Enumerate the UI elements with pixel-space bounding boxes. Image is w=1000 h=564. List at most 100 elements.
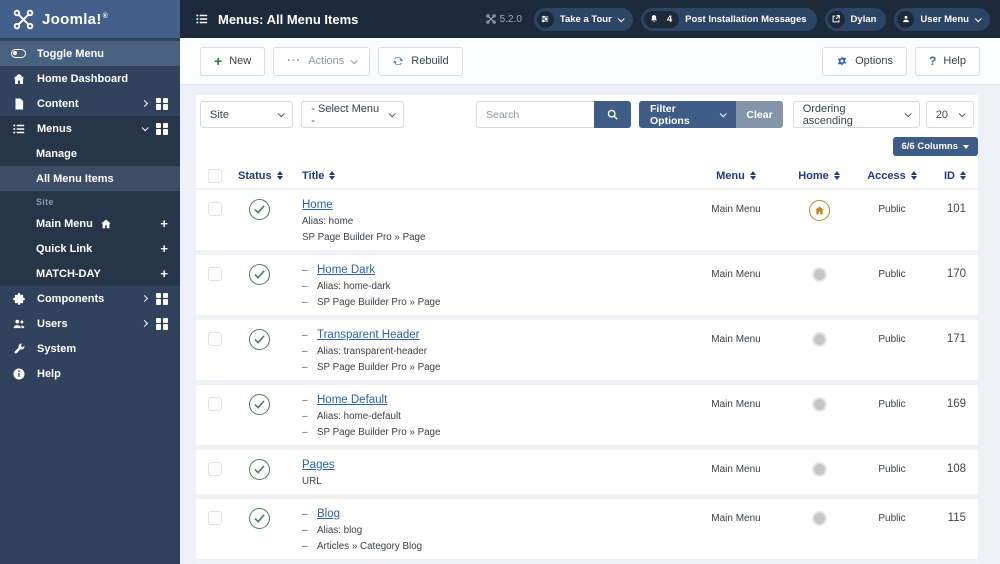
sidebar-item-components[interactable]: Components bbox=[0, 286, 180, 311]
row-title-cell: Pages URL bbox=[296, 459, 686, 487]
status-header-label: Status bbox=[238, 169, 272, 182]
row-status-cell bbox=[234, 508, 296, 552]
home-header-label: Home bbox=[798, 169, 829, 182]
home-unset-icon[interactable] bbox=[811, 511, 827, 526]
chevron-down-icon bbox=[904, 110, 912, 118]
item-detail-line: – SP Page Builder Pro » Page bbox=[302, 427, 686, 438]
sort-icon bbox=[833, 170, 840, 181]
home-set-icon[interactable] bbox=[808, 200, 830, 221]
row-checkbox[interactable] bbox=[208, 397, 222, 411]
options-button[interactable]: Options bbox=[822, 46, 908, 76]
rebuild-button[interactable]: Rebuild bbox=[378, 46, 463, 76]
grid-dashboard-icon[interactable] bbox=[156, 317, 168, 330]
status-published-icon[interactable] bbox=[249, 329, 270, 350]
nesting-dash: – bbox=[302, 508, 308, 520]
sidebar-item-users[interactable]: Users bbox=[0, 311, 180, 336]
item-detail-text: SP Page Builder Pro » Page bbox=[317, 427, 441, 438]
home-unset-icon[interactable] bbox=[811, 332, 827, 347]
row-checkbox[interactable] bbox=[208, 332, 222, 346]
row-checkbox[interactable] bbox=[208, 202, 222, 216]
new-button[interactable]: + New bbox=[200, 46, 266, 76]
sidebar-item-content[interactable]: Content bbox=[0, 91, 180, 116]
ordering-select[interactable]: Ordering ascending bbox=[792, 101, 920, 128]
sidebar-item-manage[interactable]: Manage bbox=[0, 141, 180, 166]
take-a-tour-button[interactable]: Take a Tour bbox=[533, 7, 633, 31]
id-header-label: ID bbox=[944, 169, 955, 182]
actions-button[interactable]: ··· Actions bbox=[273, 46, 371, 76]
help-button[interactable]: ? Help bbox=[915, 46, 980, 76]
filter-bar: Site - Select Menu - Filter Options Clea… bbox=[200, 101, 974, 128]
caret-down-icon bbox=[963, 144, 969, 149]
access-column-header[interactable]: Access bbox=[852, 170, 932, 182]
sidebar-item-label: Components bbox=[37, 292, 105, 305]
row-status-cell bbox=[234, 199, 296, 243]
sidebar-item-quick-link[interactable]: Quick Link + bbox=[0, 236, 180, 261]
limit-select[interactable]: 20 bbox=[925, 101, 974, 128]
row-checkbox[interactable] bbox=[208, 267, 222, 281]
menu-item-link[interactable]: Home bbox=[302, 199, 333, 211]
menu-column-header[interactable]: Menu bbox=[686, 170, 786, 182]
person-icon bbox=[897, 10, 915, 28]
chevron-down-icon bbox=[720, 110, 728, 118]
search-input[interactable] bbox=[476, 101, 594, 128]
home-unset-icon[interactable] bbox=[811, 267, 827, 282]
status-published-icon[interactable] bbox=[249, 394, 270, 415]
sidebar-item-match-day[interactable]: MATCH-DAY + bbox=[0, 261, 180, 286]
user-menu-button[interactable]: User Menu bbox=[894, 7, 990, 31]
select-all-checkbox[interactable] bbox=[208, 168, 222, 183]
item-detail-line: – Alias: blog bbox=[302, 525, 686, 536]
clear-button[interactable]: Clear bbox=[736, 101, 783, 128]
sidebar-item-toggle-menu[interactable]: Toggle Menu bbox=[0, 41, 180, 66]
title-column-header[interactable]: Title bbox=[296, 170, 686, 182]
sidebar-item-menus[interactable]: Menus bbox=[0, 116, 180, 141]
row-status-cell bbox=[234, 329, 296, 373]
menu-item-link[interactable]: Pages bbox=[302, 459, 335, 471]
nesting-dash: – bbox=[302, 362, 308, 373]
columns-label: 6/6 Columns bbox=[901, 141, 959, 152]
home-unset-icon[interactable] bbox=[811, 397, 827, 412]
menu-filter-select[interactable]: - Select Menu - bbox=[301, 101, 404, 128]
filter-options-button[interactable]: Filter Options bbox=[639, 101, 737, 128]
sidebar-item-help[interactable]: Help bbox=[0, 361, 180, 386]
post-installation-messages-button[interactable]: 4 Post Installation Messages bbox=[640, 7, 817, 31]
chevron-right-icon bbox=[140, 319, 149, 328]
sidebar-item-all-menu-items[interactable]: All Menu Items bbox=[0, 166, 180, 191]
plus-icon[interactable]: + bbox=[160, 216, 168, 231]
table-body: Home Alias: home SP Page Builder Pro » Pag… bbox=[196, 190, 978, 564]
status-published-icon[interactable] bbox=[249, 459, 270, 480]
row-title-cell: – Blog – Alias: blog – Articles » Category Bl… bbox=[296, 508, 686, 552]
table-row-home-dark: – Home Dark – Alias: home-dark – SP Page Buil… bbox=[196, 255, 978, 320]
plus-icon[interactable]: + bbox=[160, 241, 168, 256]
menu-item-link[interactable]: Transparent Header bbox=[317, 329, 420, 341]
sidebar-item-system[interactable]: System bbox=[0, 336, 180, 361]
menu-filter-value: - Select Menu - bbox=[311, 102, 380, 127]
home-unset-icon[interactable] bbox=[811, 462, 827, 477]
search-button[interactable] bbox=[594, 101, 631, 128]
sidebar-item-main-menu[interactable]: Main Menu + bbox=[0, 211, 180, 236]
row-menu-cell: Main Menu bbox=[711, 513, 761, 524]
status-column-header[interactable]: Status bbox=[234, 170, 296, 182]
menu-item-link[interactable]: Blog bbox=[317, 508, 340, 520]
menu-item-link[interactable]: Home Default bbox=[317, 394, 387, 406]
status-published-icon[interactable] bbox=[249, 264, 270, 285]
item-detail-line: – Alias: home-default bbox=[302, 411, 686, 422]
id-column-header[interactable]: ID bbox=[932, 170, 978, 182]
grid-dashboard-icon[interactable] bbox=[156, 122, 168, 135]
home-column-header[interactable]: Home bbox=[786, 170, 852, 182]
status-published-icon[interactable] bbox=[249, 508, 270, 529]
take-a-tour-label: Take a Tour bbox=[559, 13, 612, 25]
item-detail-line: – SP Page Builder Pro » Page bbox=[302, 297, 686, 308]
columns-toggle-button[interactable]: 6/6 Columns bbox=[892, 137, 978, 156]
menu-item-link[interactable]: Home Dark bbox=[317, 264, 375, 276]
row-access-cell: Public bbox=[878, 513, 906, 524]
row-select-cell bbox=[196, 329, 234, 373]
row-checkbox[interactable] bbox=[208, 511, 222, 525]
grid-dashboard-icon[interactable] bbox=[156, 97, 168, 110]
status-published-icon[interactable] bbox=[249, 199, 270, 220]
plus-icon[interactable]: + bbox=[160, 266, 168, 281]
sidebar-item-home-dashboard[interactable]: Home Dashboard bbox=[0, 66, 180, 91]
row-checkbox[interactable] bbox=[208, 462, 222, 476]
user-link-button[interactable]: Dylan bbox=[824, 7, 887, 31]
site-filter-select[interactable]: Site bbox=[200, 101, 294, 128]
grid-dashboard-icon[interactable] bbox=[156, 292, 168, 305]
